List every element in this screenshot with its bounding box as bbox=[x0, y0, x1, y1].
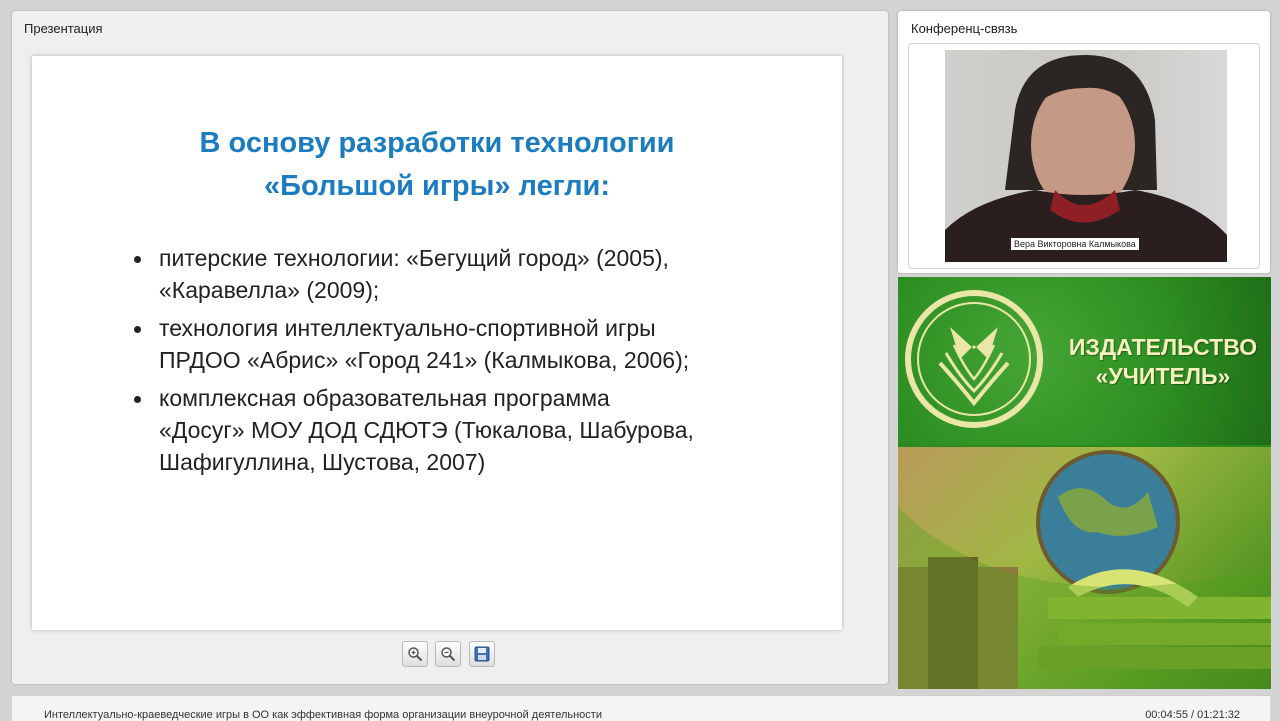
slide-bullet: питерские технологии: «Бегущий город» (2… bbox=[132, 242, 772, 306]
video-frame: Вера Викторовна Калмыкова bbox=[908, 43, 1260, 269]
slide-title-line-2: «Большой игры» легли: bbox=[264, 170, 610, 202]
publisher-name-line-2: «УЧИТЕЛЬ» bbox=[1095, 363, 1231, 389]
conference-panel-title: Конференц-связь bbox=[911, 21, 1018, 36]
slide-title-line-1: В основу разработки технологии bbox=[199, 127, 675, 159]
speaker-silhouette bbox=[945, 55, 1227, 262]
publisher-books-image bbox=[898, 447, 1271, 689]
slide-title: В основу разработки технологии «Большой … bbox=[32, 122, 842, 208]
publisher-logo-area: ИЗДАТЕЛЬСТВО «УЧИТЕЛЬ» bbox=[898, 277, 1271, 445]
bullet-line: питерские технологии: «Бегущий город» (2… bbox=[159, 245, 669, 271]
publisher-name-line-1: ИЗДАТЕЛЬСТВО bbox=[1068, 334, 1258, 360]
zoom-out-icon bbox=[441, 647, 456, 662]
publisher-name: ИЗДАТЕЛЬСТВО «УЧИТЕЛЬ» bbox=[1058, 333, 1268, 391]
speaker-name-label: Вера Викторовна Калмыкова bbox=[1011, 238, 1139, 250]
playback-time: 00:04:55 / 01:21:32 bbox=[1145, 709, 1240, 721]
globe-and-books-illustration bbox=[898, 450, 1271, 689]
webinar-title: Интеллектуально-краеведческие игры в ОО … bbox=[44, 709, 602, 721]
presentation-panel-title: Презентация bbox=[24, 21, 103, 36]
slide-bullet: комплексная образовательная программа «Д… bbox=[132, 382, 772, 478]
presentation-panel: Презентация В основу разработки технолог… bbox=[12, 11, 888, 684]
webcam-video[interactable]: Вера Викторовна Калмыкова bbox=[945, 50, 1227, 262]
bullet-line: технология интеллектуально-спортивной иг… bbox=[159, 315, 656, 341]
zoom-out-button[interactable] bbox=[435, 641, 461, 667]
bullet-line: ПРДОО «Абрис» «Город 241» (Калмыкова, 20… bbox=[159, 347, 690, 373]
conference-panel: Конференц-связь Вера Викторовна Калмыков… bbox=[898, 11, 1270, 273]
bullet-line: Шафигуллина, Шустова, 2007) bbox=[159, 449, 486, 475]
slide-bullet-list: питерские технологии: «Бегущий город» (2… bbox=[132, 242, 772, 484]
zoom-in-button[interactable] bbox=[402, 641, 428, 667]
zoom-in-icon bbox=[408, 647, 423, 662]
slide-bullet: технология интеллектуально-спортивной иг… bbox=[132, 312, 772, 376]
publisher-banner: ИЗДАТЕЛЬСТВО «УЧИТЕЛЬ» bbox=[898, 277, 1271, 689]
bullet-line: «Досуг» МОУ ДОД СДЮТЭ (Тюкалова, Шабуров… bbox=[159, 417, 694, 443]
floppy-disk-icon bbox=[474, 646, 490, 662]
publisher-logo-icon bbox=[905, 290, 1043, 428]
status-bar: Интеллектуально-краеведческие игры в ОО … bbox=[12, 695, 1270, 721]
presentation-slide: В основу разработки технологии «Большой … bbox=[32, 56, 842, 630]
bullet-line: «Каравелла» (2009); bbox=[159, 277, 380, 303]
save-slide-button[interactable] bbox=[469, 641, 495, 667]
bullet-line: комплексная образовательная программа bbox=[159, 385, 610, 411]
